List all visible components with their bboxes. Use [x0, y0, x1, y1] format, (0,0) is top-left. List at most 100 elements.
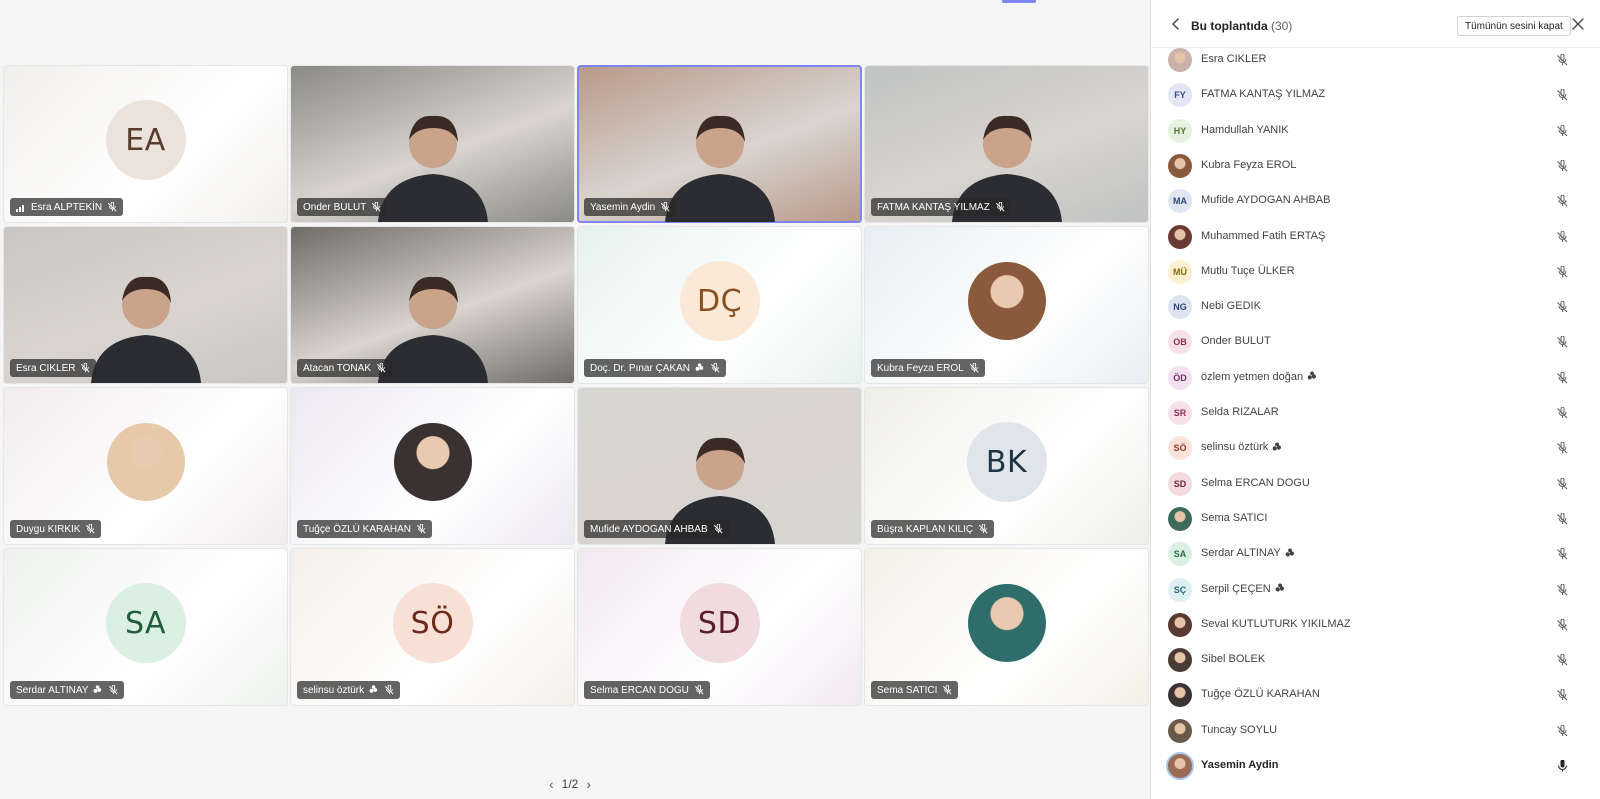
- participant-list-item[interactable]: SR Selda RIZALAR: [1151, 395, 1600, 431]
- participant-list-item[interactable]: Sibel BOLEK: [1151, 642, 1600, 678]
- mic-off-icon[interactable]: [1556, 654, 1568, 666]
- video-tile[interactable]: Kubra Feyza EROL: [864, 226, 1149, 384]
- participant-list-name-text: Serdar ALTINAY: [1201, 547, 1281, 560]
- participant-list-name-text: FATMA KANTAŞ YILMAZ: [1201, 88, 1326, 101]
- mic-off-icon[interactable]: [1556, 407, 1568, 419]
- avatar-initials: SA: [105, 583, 186, 663]
- video-tile[interactable]: FATMA KANTAŞ YILMAZ: [864, 65, 1149, 223]
- video-tile[interactable]: Mufide AYDOGAN AHBAB: [577, 387, 862, 545]
- pager-next-icon[interactable]: ›: [586, 776, 591, 792]
- video-tile[interactable]: Sema SATICI: [864, 548, 1149, 706]
- video-tile[interactable]: DÇ Doç. Dr. Pınar ÇAKAN: [577, 226, 862, 384]
- panel-title-text: Bu toplantıda: [1191, 19, 1268, 33]
- mic-off-icon: [979, 524, 988, 534]
- raised-hand-icon: [695, 363, 704, 371]
- video-tile[interactable]: Duygu KIRKIK: [3, 387, 288, 545]
- participant-list-name: özlem yetmen doğan: [1201, 371, 1318, 383]
- video-tile[interactable]: Esra CIKLER: [3, 226, 288, 384]
- participant-photo: [1166, 752, 1194, 780]
- participant-avatar: SA: [1168, 542, 1192, 567]
- mic-off-icon[interactable]: [1556, 371, 1568, 384]
- participant-list-item[interactable]: Sema SATICI: [1151, 501, 1600, 537]
- video-tile[interactable]: Atacan TONAK: [290, 226, 575, 384]
- participant-list-item[interactable]: Muhammed Fatih ERTAŞ: [1151, 219, 1600, 255]
- participant-list-item[interactable]: OB Onder BULUT: [1151, 324, 1600, 360]
- participant-list-item[interactable]: SÇ Serpil ÇEÇEN: [1151, 572, 1600, 608]
- video-tile[interactable]: SD Selma ERCAN DOGU: [577, 548, 862, 706]
- mic-off-icon[interactable]: [1556, 54, 1568, 66]
- mic-off-icon[interactable]: [1556, 618, 1568, 631]
- mic-off-icon[interactable]: [1556, 89, 1568, 101]
- participant-list-item[interactable]: SÖ selinsu öztürk: [1151, 430, 1600, 466]
- participant-avatar: SR: [1168, 401, 1192, 425]
- mic-off-icon[interactable]: [1556, 548, 1568, 560]
- video-tile[interactable]: SA Serdar ALTINAY: [3, 548, 288, 706]
- mic-off-icon[interactable]: [1556, 265, 1568, 278]
- participant-nameplate: Esra ALPTEKİN: [10, 198, 124, 216]
- participant-list-item[interactable]: Esra CIKLER: [1151, 48, 1600, 78]
- participant-list-item[interactable]: SA Serdar ALTINAY: [1151, 536, 1600, 572]
- participant-list-item[interactable]: HY Hamdullah YANIK: [1151, 113, 1600, 149]
- participant-name: Sema SATICI: [877, 684, 938, 696]
- participant-list-name-text: Sibel BOLEK: [1201, 653, 1266, 666]
- participant-nameplate: Serdar ALTINAY: [10, 681, 125, 699]
- participant-avatar: NG: [1168, 295, 1192, 320]
- mic-off-icon[interactable]: [1556, 124, 1568, 137]
- participant-list-name: Kubra Feyza EROL: [1201, 159, 1296, 171]
- participant-avatar: MA: [1168, 189, 1192, 214]
- video-tile[interactable]: Yasemin Aydin: [577, 65, 862, 223]
- video-tile[interactable]: SÖ selinsu öztürk: [290, 548, 575, 706]
- mic-off-icon[interactable]: [1556, 689, 1568, 701]
- mic-off-icon: [694, 685, 704, 695]
- video-tile[interactable]: EA Esra ALPTEKİN: [3, 65, 288, 223]
- close-icon[interactable]: [1572, 18, 1584, 30]
- video-tile[interactable]: Tuğçe ÖZLÜ KARAHAN: [290, 387, 575, 545]
- participant-list-item[interactable]: NG Nebi GEDIK: [1151, 289, 1600, 325]
- participant-list-item[interactable]: SD Selma ERCAN DOGU: [1151, 466, 1600, 502]
- participant-list-item[interactable]: Seval KUTLUTURK YIKILMAZ: [1151, 607, 1600, 643]
- mic-off-icon[interactable]: [1556, 159, 1568, 172]
- mic-off-icon[interactable]: [1556, 230, 1568, 243]
- participant-list-name: Selda RIZALAR: [1201, 406, 1279, 418]
- participant-list-item[interactable]: Yasemin Aydin: [1151, 748, 1600, 784]
- mic-off-icon: [713, 524, 723, 534]
- participant-list-name: Hamdullah YANIK: [1201, 124, 1289, 136]
- mic-on-icon[interactable]: [1556, 760, 1568, 772]
- participant-avatar: SD: [1168, 471, 1192, 496]
- participant-list-item[interactable]: Kubra Feyza EROL: [1151, 148, 1600, 184]
- mic-off-icon[interactable]: [1556, 301, 1568, 313]
- video-tile[interactable]: Onder BULUT: [290, 65, 575, 223]
- participant-nameplate: Mufide AYDOGAN AHBAB: [584, 520, 729, 538]
- participant-list-item[interactable]: ÖD özlem yetmen doğan: [1151, 360, 1600, 396]
- participant-list-item[interactable]: Tuğçe ÖZLÜ KARAHAN: [1151, 677, 1600, 713]
- mic-off-icon[interactable]: [1556, 442, 1568, 454]
- back-chevron-icon[interactable]: [1169, 17, 1183, 31]
- active-tab-indicator: [1002, 0, 1036, 3]
- mic-off-icon[interactable]: [1556, 512, 1568, 525]
- mic-off-icon[interactable]: [1556, 724, 1568, 737]
- participant-name: Esra CIKLER: [16, 362, 76, 374]
- participant-list-item[interactable]: MÜ Mutlu Tuçe ÜLKER: [1151, 254, 1600, 290]
- participant-list-item[interactable]: FY FATMA KANTAŞ YILMAZ: [1151, 77, 1600, 113]
- participant-list-name-text: Nebi GEDIK: [1201, 300, 1261, 313]
- video-tile[interactable]: BK Büşra KAPLAN KILIÇ: [864, 387, 1149, 545]
- pager-prev-icon[interactable]: ‹: [549, 776, 554, 792]
- participant-list-item[interactable]: Tuncay SOYLU: [1151, 713, 1600, 749]
- participant-list-name-text: Mutlu Tuçe ÜLKER: [1201, 264, 1295, 277]
- mute-all-button[interactable]: Tümünün sesini kapat: [1457, 16, 1571, 36]
- participant-avatar: MÜ: [1168, 259, 1192, 284]
- mic-off-icon: [108, 202, 117, 212]
- participant-name: FATMA KANTAŞ YILMAZ: [877, 201, 990, 213]
- mic-off-icon[interactable]: [1556, 195, 1568, 207]
- mic-off-icon: [81, 363, 90, 373]
- mic-off-icon[interactable]: [1556, 477, 1568, 490]
- participant-name: Serdar ALTINAY: [16, 684, 89, 696]
- participant-list-name-text: Tuğçe ÖZLÜ KARAHAN: [1201, 688, 1320, 701]
- participant-list-name-text: Seval KUTLUTURK YIKILMAZ: [1201, 617, 1351, 630]
- mic-off-icon: [995, 202, 1005, 212]
- participant-list-item[interactable]: MA Mufide AYDOGAN AHBAB: [1151, 183, 1600, 219]
- mic-off-icon[interactable]: [1556, 583, 1568, 596]
- participant-list-name-text: Mufide AYDOGAN AHBAB: [1201, 194, 1331, 207]
- participant-list: Esra CIKLER FY FATMA KANTAŞ YILMAZ HY Hamdul…: [1151, 48, 1600, 799]
- mic-off-icon[interactable]: [1556, 336, 1568, 348]
